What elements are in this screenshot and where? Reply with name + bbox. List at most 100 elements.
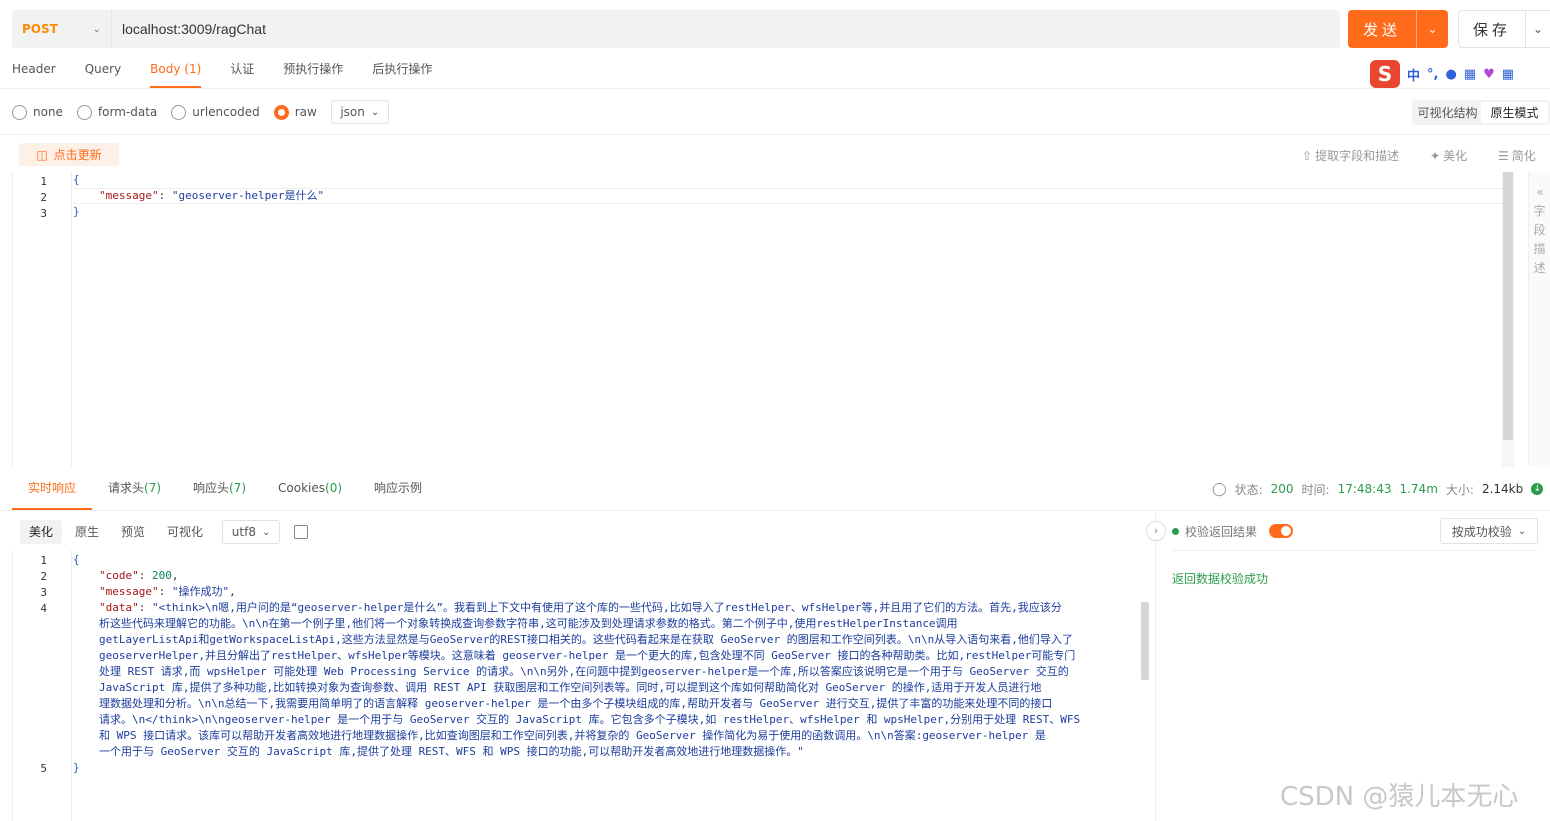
data-line: "<think>\n嗯,用户问的是“geoserver-helper是什么”。我… (152, 601, 1062, 614)
chevron-down-icon: ⌄ (92, 23, 101, 35)
tab-response-examples[interactable]: 响应示例 (358, 476, 438, 510)
globe-icon[interactable]: ◯ (1212, 482, 1227, 497)
tab-header[interactable]: Header (12, 60, 56, 88)
mode-visual[interactable]: 可视化结构 (1414, 102, 1481, 123)
tab-body[interactable]: Body (1) (150, 60, 202, 88)
response-tabs: 实时响应 请求头(7) 响应头(7) Cookies(0) 响应示例 (12, 476, 438, 510)
ime-logo-icon[interactable]: S (1370, 60, 1400, 88)
radio-none[interactable]: none (12, 104, 63, 120)
panel-label: 字段描述 (1533, 204, 1546, 275)
body-format-value: json (340, 105, 365, 119)
response-divider (0, 510, 1550, 511)
radio-raw[interactable]: raw (273, 104, 317, 120)
line-number: 4 (40, 602, 47, 615)
verify-toggle-label: 校验返回结果 (1185, 524, 1258, 539)
save-button[interactable]: 保存 ⌄ (1458, 10, 1550, 48)
line-number: 1 (40, 175, 47, 188)
request-editor[interactable]: { "message": "geoserver-helper是什么" } (73, 172, 1502, 467)
tab-cookies[interactable]: Cookies(0) (262, 476, 358, 510)
panel-divider (1155, 512, 1156, 821)
radio-label: form-data (97, 105, 158, 119)
tab-request-headers[interactable]: 请求头(7) (92, 476, 177, 510)
update-label: 点击更新 (53, 148, 102, 162)
verify-mode-select[interactable]: 按成功校验 ⌄ (1440, 518, 1538, 544)
tab-pre-script[interactable]: 预执行操作 (283, 60, 343, 88)
data-field: "data": "<think>\n嗯,用户问的是“geoserver-help… (73, 600, 1139, 760)
view-visual[interactable]: 可视化 (158, 520, 212, 544)
beautify-label: 美化 (1443, 149, 1468, 163)
simplify-label: 简化 (1511, 149, 1536, 163)
json-key: "data" (99, 601, 139, 614)
view-raw[interactable]: 原生 (66, 520, 108, 544)
punctuation-icon[interactable]: °, (1427, 67, 1438, 82)
data-line: getLayerListApi和getWorkspaceListApi,这些方法… (99, 633, 1073, 646)
verify-result: 返回数据校验成功 (1172, 572, 1269, 586)
verify-divider (1172, 550, 1538, 551)
save-dropdown-icon[interactable]: ⌄ (1526, 22, 1550, 36)
data-line: 和 WPS 接口请求。该库可以帮助开发者高效地进行地理数据操作,比如查询图层和工… (99, 729, 1046, 742)
keyboard-icon[interactable]: ▦ (1464, 67, 1476, 82)
view-beautify[interactable]: 美化 (20, 520, 63, 544)
line-number: 5 (40, 762, 47, 775)
json-key: "message" (99, 189, 159, 202)
magic-icon: ✦ (1430, 148, 1441, 163)
request-scrollbar[interactable] (1502, 172, 1514, 467)
status-code: 200 (1270, 482, 1294, 496)
tab-auth[interactable]: 认证 (230, 60, 254, 88)
size-label: 大小: (1445, 482, 1474, 497)
json-value: "操作成功" (171, 585, 230, 598)
encoding-select[interactable]: utf8 ⌄ (222, 520, 281, 544)
update-button[interactable]: ◫ 点击更新 (19, 143, 119, 166)
copy-icon[interactable] (294, 525, 309, 539)
tab-response-headers[interactable]: 响应头(7) (177, 476, 262, 510)
grid-icon[interactable]: ▦ (1502, 67, 1514, 82)
radio-form-data[interactable]: form-data (76, 104, 158, 120)
beautify-button[interactable]: ✦ 美化 (1430, 147, 1467, 164)
mode-raw[interactable]: 原生模式 (1481, 102, 1548, 123)
skin-icon[interactable]: ♥ (1483, 67, 1495, 82)
tab-query[interactable]: Query (85, 60, 121, 88)
response-gutter: 1 2 3 4 5 (12, 550, 72, 821)
radio-label: none (33, 105, 63, 119)
field-description-panel[interactable]: « 字段描述 (1528, 172, 1550, 467)
chevron-right-icon[interactable]: › (1146, 521, 1166, 541)
body-format-select[interactable]: json ⌄ (330, 100, 389, 124)
microphone-icon[interactable]: ● (1445, 67, 1456, 82)
send-dropdown-icon[interactable]: ⌄ (1417, 22, 1448, 36)
collapse-icon[interactable]: « (1529, 182, 1550, 202)
response-scrollbar[interactable] (1141, 602, 1149, 680)
status-label: 状态: (1234, 482, 1263, 497)
json-key: "code" (99, 569, 139, 582)
body-type-group: none form-data urlencoded raw json ⌄ (12, 100, 389, 124)
extract-fields-button[interactable]: ⇧ 提取字段和描述 (1302, 147, 1399, 164)
radio-urlencoded[interactable]: urlencoded (171, 104, 260, 120)
save-label: 保存 (1472, 20, 1511, 39)
url-input[interactable] (112, 10, 1340, 48)
chevron-down-icon: ⌄ (261, 526, 271, 538)
response-body[interactable]: { "code": 200, "message": "操作成功", "data"… (73, 552, 1139, 776)
scroll-thumb[interactable] (1503, 172, 1513, 440)
ime-mode[interactable]: 中 (1407, 65, 1420, 84)
line-number: 3 (40, 586, 47, 599)
tab-post-script[interactable]: 后执行操作 (372, 60, 432, 88)
method-select[interactable]: POST ⌄ (12, 10, 112, 48)
send-button[interactable]: 发送 ⌄ (1348, 10, 1448, 48)
send-label: 发送 (1362, 20, 1401, 39)
json-brace: } (73, 205, 80, 218)
data-line: JavaScript 库,提供了多种功能,比如转换对象为查询参数、调用 REST… (99, 681, 1042, 694)
upload-icon: ⇧ (1302, 148, 1313, 163)
json-value: "geoserver-helper是什么" (171, 189, 325, 202)
radio-label: raw (294, 105, 317, 119)
simplify-button[interactable]: ☰ 简化 (1498, 147, 1536, 164)
radio-checked-icon (273, 104, 289, 120)
tab-count: (0) (325, 481, 343, 495)
data-line: 一个用于与 GeoServer 交互的 JavaScript 库,提供了处理 R… (99, 745, 804, 758)
download-icon[interactable]: ↓ (1531, 483, 1544, 495)
tab-live-response[interactable]: 实时响应 (12, 476, 93, 510)
view-preview[interactable]: 预览 (112, 520, 154, 544)
verify-toggle-row: 校验返回结果 (1172, 521, 1294, 541)
verify-toggle[interactable] (1269, 524, 1294, 538)
status-dot-icon (1172, 527, 1179, 535)
radio-circle-icon (76, 104, 92, 120)
data-line: geoserverHelper,并且分解出了restHelper、wfsHelp… (99, 649, 1076, 662)
